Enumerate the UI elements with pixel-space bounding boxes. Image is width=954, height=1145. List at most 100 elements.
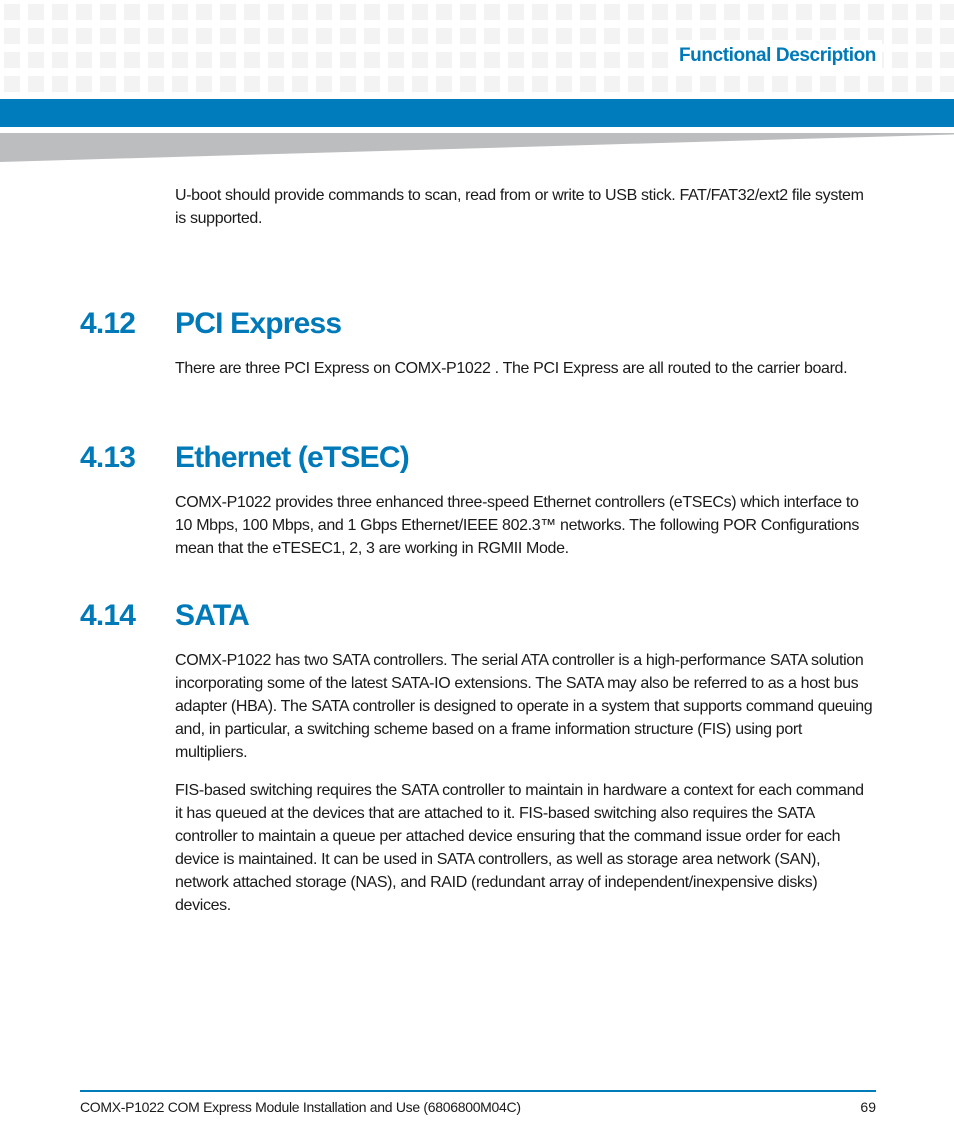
grid-square [244, 28, 260, 44]
grid-square [916, 4, 932, 20]
grid-square [316, 52, 332, 68]
grid-square [628, 4, 644, 20]
section-number: 4.14 [80, 599, 136, 632]
grid-square [364, 52, 380, 68]
section-heading: PCI Express [175, 307, 342, 340]
header-gray-wedge [0, 133, 954, 162]
grid-square [196, 4, 212, 20]
grid-square [388, 28, 404, 44]
section-paragraph: FIS-based switching requires the SATA co… [175, 782, 864, 914]
grid-square [436, 76, 452, 92]
grid-square [868, 76, 884, 92]
grid-square [316, 28, 332, 44]
grid-square [124, 76, 140, 92]
intro-paragraph: U-boot should provide commands to scan, … [175, 187, 864, 227]
grid-square [4, 4, 20, 20]
section-number: 4.13 [80, 441, 136, 474]
grid-square [676, 4, 692, 20]
grid-square [604, 4, 620, 20]
grid-square [172, 76, 188, 92]
grid-square [76, 28, 92, 44]
grid-square [940, 76, 954, 92]
grid-square [724, 76, 740, 92]
grid-square [76, 4, 92, 20]
grid-square [340, 76, 356, 92]
grid-square [652, 28, 668, 44]
grid-square [724, 4, 740, 20]
grid-square [100, 76, 116, 92]
grid-square [580, 52, 596, 68]
grid-square [196, 76, 212, 92]
grid-square [844, 4, 860, 20]
header-blue-bar [0, 99, 954, 127]
grid-square [148, 52, 164, 68]
grid-square [484, 4, 500, 20]
grid-square [580, 76, 596, 92]
grid-square [532, 28, 548, 44]
section-heading: SATA [175, 599, 250, 632]
grid-square [196, 52, 212, 68]
grid-square [412, 28, 428, 44]
grid-square [52, 52, 68, 68]
grid-square [172, 4, 188, 20]
grid-square [292, 52, 308, 68]
grid-square [676, 76, 692, 92]
grid-square [220, 4, 236, 20]
grid-square [820, 76, 836, 92]
grid-square [604, 52, 620, 68]
grid-square [484, 28, 500, 44]
grid-square [124, 52, 140, 68]
grid-square [556, 4, 572, 20]
grid-square [364, 76, 380, 92]
grid-square [940, 52, 954, 68]
grid-square [556, 28, 572, 44]
grid-square [532, 52, 548, 68]
grid-square [268, 52, 284, 68]
grid-square [652, 4, 668, 20]
section-paragraph: COMX-P1022 has two SATA controllers. The… [175, 652, 873, 761]
grid-square [628, 28, 644, 44]
grid-square [412, 52, 428, 68]
grid-square [892, 4, 908, 20]
grid-square [508, 4, 524, 20]
grid-square [556, 52, 572, 68]
grid-square [292, 4, 308, 20]
grid-square [412, 4, 428, 20]
grid-square [28, 4, 44, 20]
grid-square [364, 4, 380, 20]
grid-square [388, 4, 404, 20]
grid-square [196, 28, 212, 44]
grid-square [4, 28, 20, 44]
grid-square [268, 28, 284, 44]
grid-square [52, 76, 68, 92]
grid-square [652, 76, 668, 92]
grid-square [460, 4, 476, 20]
grid-square [244, 76, 260, 92]
page-number: 69 [860, 1099, 876, 1115]
grid-square [916, 76, 932, 92]
grid-square [4, 76, 20, 92]
grid-square [460, 76, 476, 92]
grid-square [508, 28, 524, 44]
grid-square [796, 4, 812, 20]
grid-square [460, 52, 476, 68]
grid-square [580, 4, 596, 20]
grid-square [436, 4, 452, 20]
grid-square [484, 52, 500, 68]
grid-square [748, 4, 764, 20]
grid-square [700, 76, 716, 92]
grid-square [100, 28, 116, 44]
section-paragraph: COMX-P1022 provides three enhanced three… [175, 494, 859, 557]
grid-square [316, 4, 332, 20]
grid-square [268, 4, 284, 20]
grid-square [772, 4, 788, 20]
grid-square [436, 28, 452, 44]
section-paragraph: There are three PCI Express on COMX-P102… [175, 360, 848, 377]
grid-square [532, 76, 548, 92]
grid-square [4, 52, 20, 68]
footer-rule [80, 1090, 876, 1092]
grid-square [436, 52, 452, 68]
grid-square [772, 76, 788, 92]
grid-square [916, 28, 932, 44]
grid-square [748, 76, 764, 92]
